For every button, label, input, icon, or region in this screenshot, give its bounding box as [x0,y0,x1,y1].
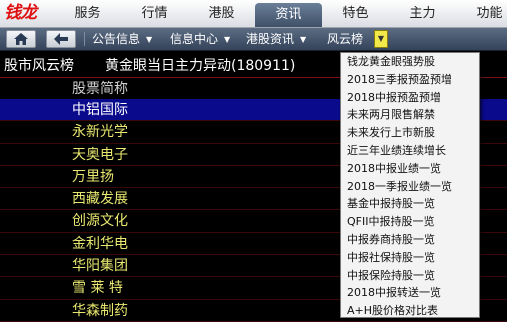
top-tab-bar: 钱龙 服务 行情 港股 资讯 特色 主力 功能 [0,0,507,28]
dropdown-item[interactable]: 2018中报业绩一览 [341,160,479,178]
back-arrow-icon [54,33,68,45]
dropdown-item[interactable]: 2018三季报预盈预增 [341,71,479,89]
dropdown-item[interactable]: 中报券商持股一览 [341,231,479,249]
dropdown-item[interactable]: 2018一季报业绩一览 [341,178,479,196]
app-logo: 钱龙 [4,3,37,23]
ranking-dropdown-toggle[interactable]: ▼ [374,30,388,48]
chevron-down-icon: ▼ [224,35,231,44]
stock-name: 西藏发展 [72,191,128,208]
stock-name: 天奥电子 [72,146,128,163]
dropdown-item[interactable]: 2018中报预盈预增 [341,89,479,107]
menu-ranking-label: 风云榜 [327,32,364,46]
home-button[interactable] [6,30,36,48]
stock-name: 金利华电 [72,235,128,252]
stock-name: 中铝国际 [72,102,128,118]
menu-hk-news-label: 港股资讯 [246,32,295,46]
dropdown-item[interactable]: 中报保险持股一览 [341,267,479,285]
back-button[interactable] [46,30,76,48]
menu-info-center-label: 信息中心 [170,32,219,46]
stock-name: 永新光学 [72,124,128,141]
ranking-dropdown-menu: 钱龙黄金眼强势股 2018三季报预盈预增 2018中报预盈预增 未来两月限售解禁… [340,52,480,318]
dropdown-item[interactable]: 2018中报转送一览 [341,284,479,302]
tab-main-force[interactable]: 主力 [389,0,456,27]
stock-name: 创源文化 [72,213,128,230]
dropdown-item[interactable]: 中报社保持股一览 [341,249,479,267]
chevron-down-icon: ▼ [146,35,153,44]
dropdown-item[interactable]: 钱龙黄金眼强势股 [341,53,479,71]
stock-name: 华森制药 [72,302,128,319]
dropdown-item[interactable]: 未来发行上市新股 [341,124,479,142]
menu-hk-news[interactable]: 港股资讯 ▼ [246,28,306,50]
dropdown-item[interactable]: A+H股价格对比表 [341,302,479,317]
chevron-down-icon: ▼ [300,35,307,44]
dropdown-item[interactable]: 基金中报持股一览 [341,195,479,213]
dropdown-item[interactable]: QFII中报持股一览 [341,213,479,231]
column-header-stock-name: 股票简称 [72,81,128,97]
stock-name: 华阳集团 [72,258,128,275]
menu-ranking[interactable]: 风云榜 [327,28,363,50]
menu-announcements-label: 公告信息 [92,32,141,46]
toolbar-divider [84,32,85,46]
menu-announcements[interactable]: 公告信息 ▼ [92,28,152,50]
tab-service[interactable]: 服务 [54,0,121,27]
home-icon [14,33,28,45]
secondary-toolbar: 公告信息 ▼ 信息中心 ▼ 港股资讯 ▼ 风云榜 ▼ [0,28,507,51]
section-title: 股市风云榜 [4,58,74,74]
dropdown-item[interactable]: 近三年业绩连续增长 [341,142,479,160]
menu-info-center[interactable]: 信息中心 ▼ [170,28,230,50]
tab-hk-stocks[interactable]: 港股 [188,0,255,27]
stock-name: 雪 莱 特 [72,280,123,297]
tab-functions[interactable]: 功能 [456,0,507,27]
tab-quotes[interactable]: 行情 [121,0,188,27]
tab-news[interactable]: 资讯 [255,3,322,27]
dropdown-item[interactable]: 未来两月限售解禁 [341,106,479,124]
report-title: 黄金眼当日主力异动(180911) [105,58,296,74]
main-tabs: 服务 行情 港股 资讯 特色 主力 功能 [54,0,507,27]
tab-featured[interactable]: 特色 [322,0,389,27]
stock-name: 万里扬 [72,168,114,185]
